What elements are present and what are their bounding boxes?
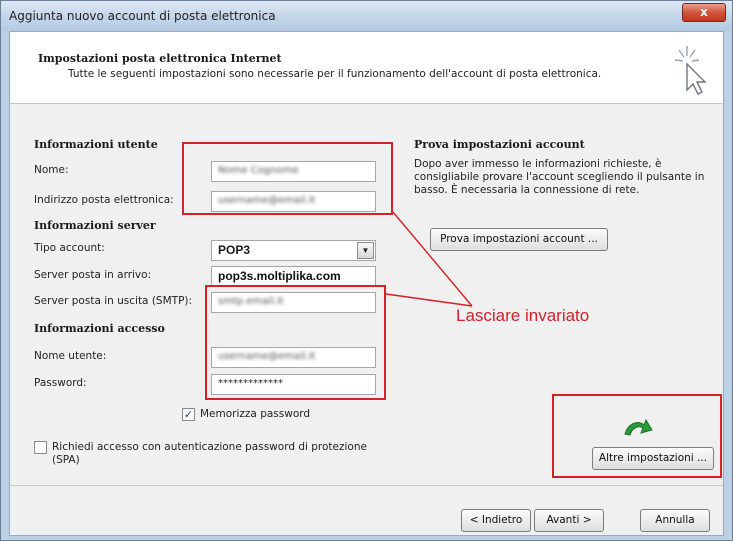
more-settings-button[interactable]: Altre impostazioni ... <box>592 447 714 470</box>
dialog-window: Aggiunta nuovo account di posta elettron… <box>0 0 733 541</box>
title-bar[interactable]: Aggiunta nuovo account di posta elettron… <box>1 1 732 31</box>
close-button[interactable]: x <box>682 3 726 22</box>
account-type-value: POP3 <box>218 243 251 257</box>
window-title: Aggiunta nuovo account di posta elettron… <box>9 9 276 23</box>
incoming-server-field[interactable]: pop3s.moltiplika.com <box>211 266 376 287</box>
annotation-text: Lasciare invariato <box>456 306 590 325</box>
footer-divider <box>10 485 723 486</box>
header-band: Impostazioni posta elettronica Internet … <box>10 32 723 104</box>
wizard-cursor-icon <box>674 46 707 95</box>
back-button[interactable]: < Indietro <box>461 509 531 532</box>
spa-label[interactable]: Richiedi accesso con autenticazione pass… <box>52 441 382 467</box>
account-type-label: Tipo account: <box>34 242 105 254</box>
password-label: Password: <box>34 377 87 389</box>
dropdown-arrow-icon[interactable]: ▼ <box>357 242 374 259</box>
next-button[interactable]: Avanti > <box>534 509 604 532</box>
outgoing-server-label: Server posta in uscita (SMTP): <box>34 295 193 307</box>
cancel-button[interactable]: Annulla <box>640 509 710 532</box>
remember-password-label[interactable]: Memorizza password <box>200 408 310 420</box>
server-info-heading: Informazioni server <box>34 219 156 232</box>
account-type-select[interactable]: POP3 ▼ <box>211 240 376 261</box>
logon-info-heading: Informazioni accesso <box>34 322 165 335</box>
remember-password-checkbox[interactable]: ✓ <box>182 408 195 421</box>
header-title: Impostazioni posta elettronica Internet <box>38 52 282 65</box>
annotation-box-user <box>182 142 393 215</box>
green-arrow-icon <box>624 418 653 436</box>
annotation-pointer-lines <box>385 211 473 307</box>
test-settings-description: Dopo aver immesso le informazioni richie… <box>414 158 705 196</box>
username-label: Nome utente: <box>34 350 107 362</box>
incoming-server-label: Server posta in arrivo: <box>34 269 152 281</box>
user-info-heading: Informazioni utente <box>34 138 158 151</box>
header-subtitle: Tutte le seguenti impostazioni sono nece… <box>68 68 602 80</box>
test-settings-heading: Prova impostazioni account <box>414 138 585 151</box>
annotation-box-logon <box>205 285 386 400</box>
spa-checkbox[interactable] <box>34 441 47 454</box>
name-label: Nome: <box>34 164 69 176</box>
dialog-body: Impostazioni posta elettronica Internet … <box>9 31 724 536</box>
email-label: Indirizzo posta elettronica: <box>34 194 174 206</box>
